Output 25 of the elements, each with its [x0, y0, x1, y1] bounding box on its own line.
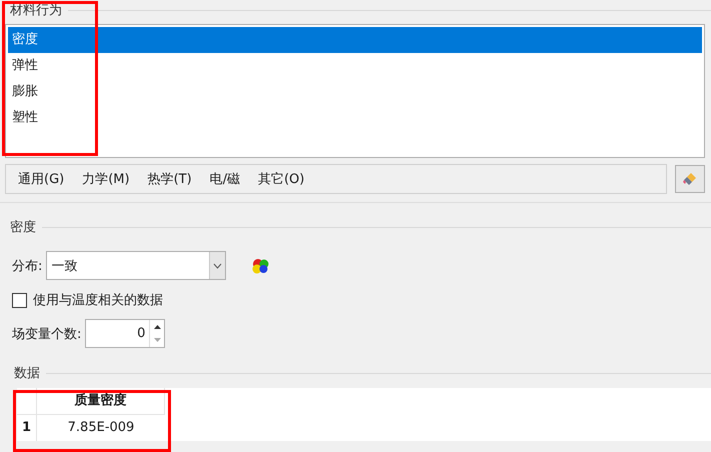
field-label: 分布:: [12, 258, 42, 274]
list-item[interactable]: 弹性: [8, 53, 702, 79]
eraser-button[interactable]: [675, 165, 705, 193]
checkbox-label: 使用与温度相关的数据: [33, 292, 163, 309]
color-blob-icon[interactable]: [252, 258, 270, 274]
spin-field[interactable]: 0: [85, 319, 166, 348]
checkbox[interactable]: [12, 292, 27, 308]
menu-item[interactable]: 热学(T): [148, 170, 192, 188]
field-label: 场变量个数:: [12, 326, 82, 342]
section-title: 密度: [10, 219, 36, 236]
row-number: 1: [17, 415, 37, 441]
group-title: 材料行为: [10, 2, 62, 19]
menu-item[interactable]: 力学(M): [82, 170, 130, 188]
list-item[interactable]: 膨胀: [8, 79, 702, 105]
table-cell-text: 7.85E-009: [66, 419, 136, 437]
group-title: 数据: [14, 365, 40, 382]
list-item[interactable]: 密度: [8, 27, 702, 53]
distribution-dropdown[interactable]: 一致: [46, 251, 226, 280]
up-arrow-icon[interactable]: [154, 324, 161, 329]
menu-item[interactable]: 电/磁: [210, 170, 240, 188]
menu-item[interactable]: 通用(G): [18, 170, 64, 188]
list-item[interactable]: 塑性: [8, 105, 702, 131]
chevron-down-icon: [213, 262, 222, 268]
menu-item[interactable]: 其它(O): [258, 170, 304, 188]
eraser-icon: [682, 171, 698, 187]
